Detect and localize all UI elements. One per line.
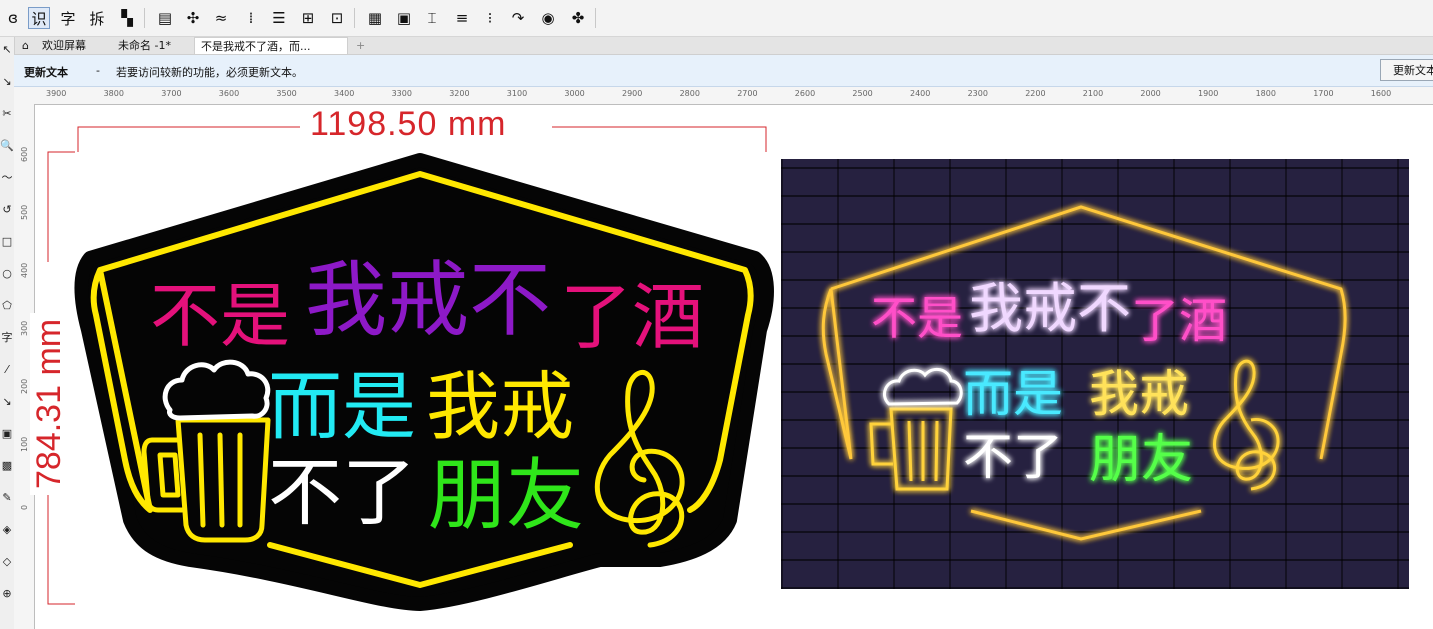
sign-line1-part1: 不是 [150, 275, 290, 357]
neon-line3-part2: 朋友 [1089, 430, 1193, 490]
neon-reference-image[interactable]: 不是 我戒不 了酒 而是 我戒 不了 朋友 [781, 159, 1409, 589]
neon-line1-part2: 我戒不 [969, 277, 1131, 340]
sign-line3-part2: 朋友 [428, 451, 584, 541]
neon-beer-foam-icon [883, 367, 963, 406]
neon-line1-part1: 不是 [871, 291, 963, 345]
sign-line3-part1: 不了 [268, 450, 416, 536]
neon-line2-part1: 而是 [963, 365, 1063, 423]
sign-line1-part3: 了酒 [560, 275, 704, 359]
neon-line2-part2: 我戒 [1089, 365, 1189, 423]
neon-treble-clef-icon [1213, 359, 1280, 491]
neon-beer-mug-icon [869, 407, 953, 491]
sign-backing [74, 153, 774, 611]
neon-sign-illustration: 不是 我戒不 了酒 而是 我戒 不了 朋友 [821, 205, 1347, 541]
neon-line3-part1: 不了 [963, 428, 1063, 486]
sign-line2-part1: 而是 [268, 364, 416, 450]
sign-line2-part2: 我戒 [426, 364, 574, 450]
neon-line1-part3: 了酒 [1131, 293, 1227, 349]
sign-line1-part2: 我戒不 [305, 253, 551, 348]
